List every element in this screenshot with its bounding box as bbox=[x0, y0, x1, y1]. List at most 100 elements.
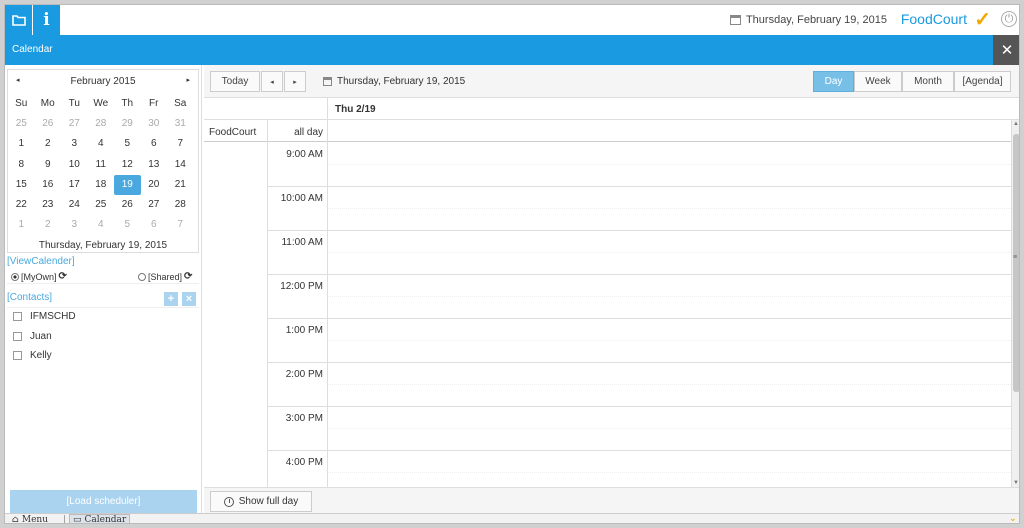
mini-day-cell[interactable]: 26 bbox=[35, 114, 62, 134]
mini-day-cell[interactable]: 21 bbox=[167, 175, 194, 195]
contact-checkbox[interactable] bbox=[13, 351, 22, 360]
contact-checkbox[interactable] bbox=[13, 312, 22, 321]
mini-day-cell[interactable]: 6 bbox=[141, 215, 168, 235]
remove-contact-button[interactable]: × bbox=[182, 292, 196, 306]
mini-day-cell[interactable]: 6 bbox=[141, 134, 168, 154]
load-scheduler-button[interactable]: [Load scheduler] bbox=[10, 490, 197, 513]
half-hour-line bbox=[328, 384, 1011, 385]
day-header: Thu 2/19 bbox=[204, 98, 1019, 120]
contact-item[interactable]: Juan bbox=[13, 331, 52, 342]
day-grid[interactable]: Thu 2/19 FoodCourt all day ▲ ≡ ▼ 9:00 AM… bbox=[204, 98, 1019, 487]
mini-day-cell[interactable]: 20 bbox=[141, 175, 168, 195]
hour-line bbox=[328, 362, 1011, 363]
mini-day-cell[interactable]: 4 bbox=[88, 215, 115, 235]
mini-day-cell[interactable]: 26 bbox=[114, 195, 141, 215]
mini-day-cell[interactable]: 5 bbox=[114, 134, 141, 154]
mini-day-cell[interactable]: 30 bbox=[141, 114, 168, 134]
info-button[interactable]: i bbox=[33, 5, 60, 35]
next-day-button[interactable]: ▸ bbox=[284, 71, 306, 92]
weekday-label: Mo bbox=[40, 98, 55, 109]
mini-day-cell[interactable]: 17 bbox=[61, 175, 88, 195]
mini-day-cell[interactable]: 10 bbox=[61, 155, 88, 175]
mini-day-cell[interactable]: 25 bbox=[88, 195, 115, 215]
add-contact-button[interactable]: + bbox=[164, 292, 178, 306]
time-slot-label: 12:00 PM bbox=[280, 281, 323, 292]
mini-day-cell[interactable]: 3 bbox=[61, 134, 88, 154]
mini-day-cell[interactable]: 2 bbox=[35, 134, 62, 154]
show-full-day-button[interactable]: Show full day bbox=[210, 491, 312, 512]
home-icon: ⌂ bbox=[12, 515, 19, 524]
calendar-icon bbox=[729, 15, 741, 25]
chevron-down-icon[interactable]: ⌄ bbox=[1009, 513, 1017, 523]
refresh-icon[interactable]: ⟳ bbox=[184, 271, 192, 282]
radio-shared[interactable]: [Shared] ⟳ bbox=[138, 271, 192, 282]
scrollbar-thumb[interactable] bbox=[1013, 134, 1019, 392]
mini-day-cell[interactable]: 29 bbox=[114, 114, 141, 134]
close-icon: × bbox=[185, 293, 193, 305]
mini-day-cell[interactable]: 12 bbox=[114, 155, 141, 175]
mini-day-cell[interactable]: 18 bbox=[88, 175, 115, 195]
mini-day-cell[interactable]: 27 bbox=[61, 114, 88, 134]
mini-calendar-footer[interactable]: Thursday, February 19, 2015 bbox=[8, 240, 198, 251]
mini-day-cell[interactable]: 15 bbox=[8, 175, 35, 195]
view-day-button[interactable]: Day bbox=[813, 71, 854, 92]
refresh-icon[interactable]: ⟳ bbox=[59, 271, 67, 282]
mini-day-cell[interactable]: 3 bbox=[61, 215, 88, 235]
contact-item[interactable]: Kelly bbox=[13, 350, 52, 361]
vertical-scrollbar[interactable]: ▲ ≡ ▼ bbox=[1011, 120, 1019, 487]
mini-day-cell[interactable]: 28 bbox=[167, 195, 194, 215]
mini-day-cell[interactable]: 9 bbox=[35, 155, 62, 175]
close-button[interactable]: ✕ bbox=[993, 35, 1019, 65]
mini-day-cell[interactable]: 16 bbox=[35, 175, 62, 195]
mini-day-cell[interactable]: 7 bbox=[167, 215, 194, 235]
day-header-label: Thu 2/19 bbox=[335, 104, 376, 115]
contact-checkbox[interactable] bbox=[13, 332, 22, 341]
power-icon[interactable]: ⏻ bbox=[1001, 11, 1017, 27]
contact-item[interactable]: IFMSCHD bbox=[13, 311, 76, 322]
mini-day-cell[interactable]: 25 bbox=[8, 114, 35, 134]
prev-day-button[interactable]: ◂ bbox=[261, 71, 283, 92]
scroll-down-icon[interactable]: ▼ bbox=[1013, 480, 1019, 486]
calendar-scope-options: [MyOwn] ⟳ [Shared] ⟳ bbox=[7, 270, 199, 284]
mini-day-cell[interactable]: 7 bbox=[167, 134, 194, 154]
mini-day-cell[interactable]: 1 bbox=[8, 215, 35, 235]
half-hour-line bbox=[328, 428, 1011, 429]
left-panel: ◂ February 2015 ▸ Su Mo Tu We Th Fr Sa 25 26 27 28… bbox=[5, 65, 202, 513]
mini-day-cell[interactable]: 19 bbox=[114, 174, 141, 195]
view-agenda-button[interactable]: [Agenda] bbox=[954, 71, 1011, 92]
view-month-button[interactable]: Month bbox=[902, 71, 954, 92]
mini-day-cell[interactable]: 22 bbox=[8, 195, 35, 215]
mini-day-cell[interactable]: 4 bbox=[88, 134, 115, 154]
half-hour-line bbox=[328, 252, 1011, 253]
mini-day-cell[interactable]: 27 bbox=[141, 195, 168, 215]
radio-shared-button[interactable] bbox=[138, 272, 146, 281]
mini-day-cell[interactable]: 31 bbox=[167, 114, 194, 134]
mini-day-cell[interactable]: 8 bbox=[8, 155, 35, 175]
time-divider bbox=[268, 450, 328, 451]
time-slot-label: 3:00 PM bbox=[285, 413, 323, 424]
mini-calendar: ◂ February 2015 ▸ Su Mo Tu We Th Fr Sa 25 26 27 28… bbox=[7, 69, 199, 253]
view-calendar-link[interactable]: [ViewCalender] bbox=[7, 256, 75, 267]
mini-day-cell[interactable]: 1 bbox=[8, 134, 35, 154]
today-button[interactable]: Today bbox=[210, 71, 260, 92]
mini-day-cell[interactable]: 24 bbox=[61, 195, 88, 215]
mini-day-cell[interactable]: 14 bbox=[167, 155, 194, 175]
scheduler-date[interactable]: Thursday, February 19, 2015 bbox=[323, 76, 465, 87]
taskbar-menu[interactable]: ⌂ Menu bbox=[9, 514, 51, 524]
time-slot-label: 9:00 AM bbox=[286, 149, 323, 160]
header-gutter bbox=[204, 98, 328, 120]
mini-day-cell[interactable]: 28 bbox=[88, 114, 115, 134]
radio-my-own-button[interactable] bbox=[11, 272, 19, 281]
radio-my-own[interactable]: [MyOwn] ⟳ bbox=[11, 271, 67, 282]
contacts-link[interactable]: [Contacts] bbox=[7, 292, 52, 303]
mini-day-cell[interactable]: 5 bbox=[114, 215, 141, 235]
mini-next-month-button[interactable]: ▸ bbox=[186, 76, 190, 84]
mini-day-cell[interactable]: 23 bbox=[35, 195, 62, 215]
taskbar-calendar[interactable]: ▭ Calendar bbox=[69, 514, 131, 523]
scroll-up-icon[interactable]: ▲ bbox=[1013, 121, 1019, 127]
mini-day-cell[interactable]: 11 bbox=[88, 155, 115, 175]
view-week-button[interactable]: Week bbox=[854, 71, 902, 92]
mini-day-cell[interactable]: 13 bbox=[141, 155, 168, 175]
mini-day-cell[interactable]: 2 bbox=[35, 215, 62, 235]
folder-icon[interactable] bbox=[5, 5, 32, 35]
